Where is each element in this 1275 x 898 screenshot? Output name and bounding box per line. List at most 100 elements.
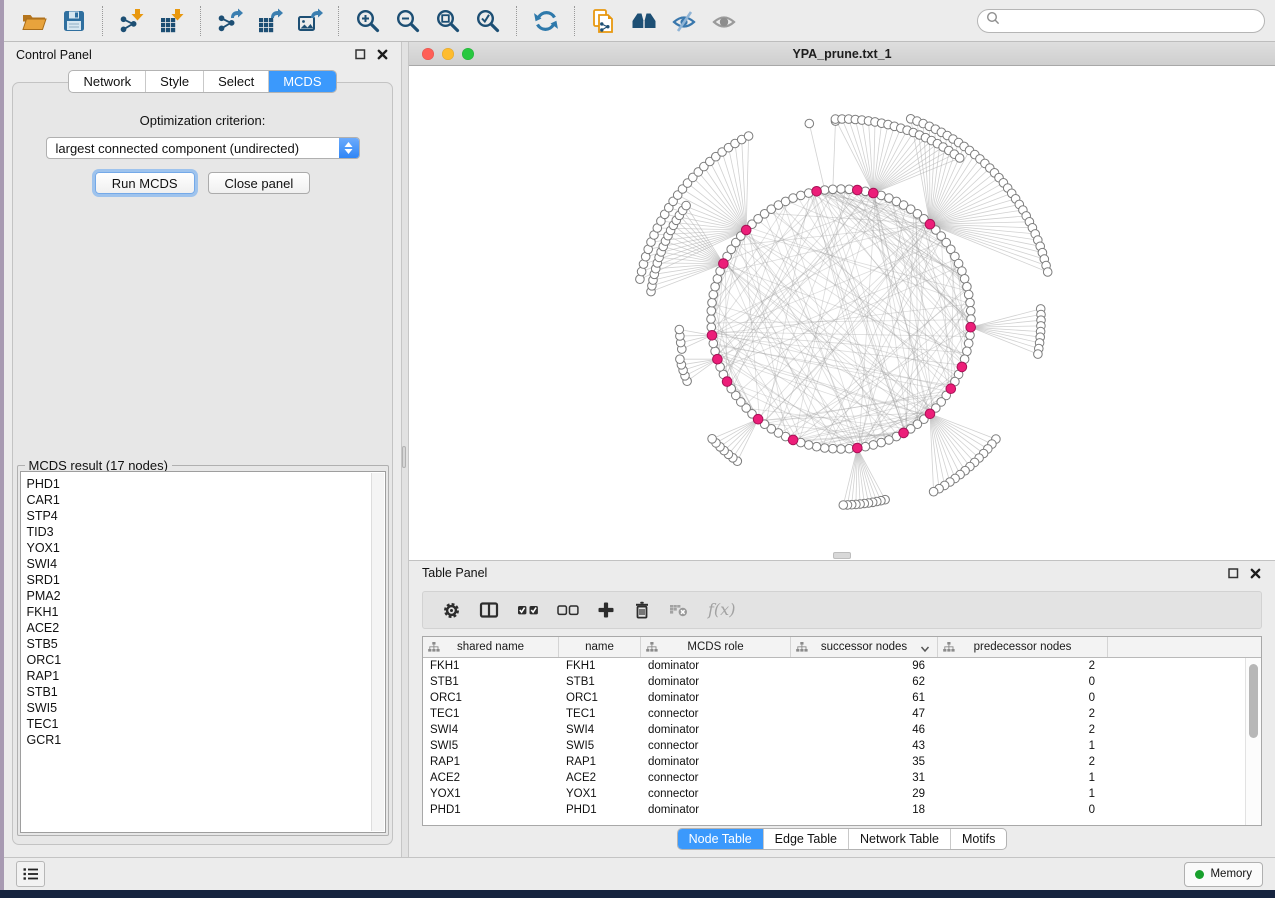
mcds-result-item: SWI4 [27,556,371,572]
table-row[interactable]: RAP1RAP1dominator352 [423,754,1261,770]
network-graph[interactable] [409,66,1269,560]
cell-shared-name: YOX1 [423,788,559,800]
run-mcds-button[interactable]: Run MCDS [95,172,195,194]
cell-shared-name: RAP1 [423,756,559,768]
tab-select[interactable]: Select [204,71,269,92]
table-row[interactable]: ACE2ACE2connector311 [423,770,1261,786]
table-row[interactable]: TEC1TEC1connector472 [423,706,1261,722]
cell-predecessor-nodes: 2 [938,708,1108,720]
memory-button[interactable]: Memory [1184,862,1263,887]
export-network-icon[interactable] [217,8,243,34]
traffic-light-minimize[interactable] [442,48,454,60]
refresh-view-icon[interactable] [533,8,559,34]
zoom-fit-icon[interactable] [435,8,461,34]
table-toolbar: f(x) [422,591,1262,629]
zoom-out-icon[interactable] [395,8,421,34]
close-table-panel-icon[interactable] [1249,567,1262,580]
zoom-in-icon[interactable] [355,8,381,34]
column-visibility-icon[interactable] [479,601,499,619]
column-header-mcds-role[interactable]: MCDS role [641,637,791,657]
optimization-criterion-select[interactable]: largest connected component (undirected) [46,137,360,159]
right-column: YPA_prune.txt_1 Table Panel [409,42,1275,857]
node-table: shared name name MCDS rolesuccessor nodesp… [422,636,1262,826]
hide-selected-icon[interactable] [671,8,697,34]
close-panel-button[interactable]: Close panel [208,172,311,194]
table-scrollbar-thumb[interactable] [1249,664,1258,738]
column-label: name [585,641,614,653]
tab-mcds[interactable]: MCDS [269,71,335,92]
search-neighbors-icon[interactable] [631,8,657,34]
cell-successor-nodes: 47 [791,708,938,720]
import-table-icon[interactable] [159,8,185,34]
cell-name: ORC1 [559,692,641,704]
optimization-criterion-value: largest connected component (undirected) [56,141,300,156]
mcds-result-item: ORC1 [27,652,371,668]
export-image-icon[interactable] [297,8,323,34]
tab-motifs[interactable]: Motifs [951,829,1006,849]
traffic-light-maximize[interactable] [462,48,474,60]
table-row[interactable]: STB1STB1dominator620 [423,674,1261,690]
table-row[interactable]: YOX1YOX1connector291 [423,786,1261,802]
delete-table-icon [669,601,689,619]
zoom-selected-icon[interactable] [475,8,501,34]
cell-successor-nodes: 61 [791,692,938,704]
table-row[interactable]: SWI5SWI5connector431 [423,738,1261,754]
column-header-successor-nodes[interactable]: successor nodes [791,637,938,657]
cell-name: ACE2 [559,772,641,784]
cell-successor-nodes: 35 [791,756,938,768]
clone-network-icon[interactable] [591,8,617,34]
select-all-columns-icon[interactable] [517,601,539,619]
cell-name: SWI5 [559,740,641,752]
tab-network-table[interactable]: Network Table [849,829,951,849]
cell-predecessor-nodes: 1 [938,772,1108,784]
table-row[interactable]: ORC1ORC1dominator610 [423,690,1261,706]
cell-mcds-role: dominator [641,676,791,688]
control-panel: Control Panel NetworkStyleSelectMCDS Opt… [4,42,401,857]
cell-successor-nodes: 46 [791,724,938,736]
open-session-icon[interactable] [21,8,47,34]
select-stepper-icon [339,138,359,158]
cell-predecessor-nodes: 0 [938,804,1108,816]
table-scrollbar[interactable] [1245,658,1261,825]
mcds-result-item: TEC1 [27,716,371,732]
import-network-icon[interactable] [119,8,145,34]
unselect-all-columns-icon[interactable] [557,601,579,619]
horizontal-splitter-grip[interactable] [833,552,851,559]
splitter-grip[interactable] [402,446,406,468]
column-mapping-icon [646,642,658,656]
cell-mcds-role: connector [641,708,791,720]
tab-style[interactable]: Style [146,71,204,92]
tab-node-table[interactable]: Node Table [678,829,764,849]
export-table-icon[interactable] [257,8,283,34]
show-all-icon[interactable] [711,8,737,34]
close-panel-icon[interactable] [376,48,389,61]
search-box[interactable] [977,9,1265,33]
tab-network[interactable]: Network [69,71,146,92]
mcds-tab-content: Optimization criterion: largest connecte… [12,82,393,845]
task-history-button[interactable] [16,861,45,887]
column-header-predecessor-nodes[interactable]: predecessor nodes [938,637,1108,657]
float-table-panel-icon[interactable] [1227,567,1240,580]
table-settings-gear-icon[interactable] [442,601,461,620]
mcds-result-list[interactable]: PHD1CAR1STP4TID3YOX1SWI4SRD1PMA2FKH1ACE2… [20,471,386,833]
float-panel-icon[interactable] [354,48,367,61]
delete-column-icon[interactable] [633,601,651,619]
table-row[interactable]: SWI4SWI4dominator462 [423,722,1261,738]
network-view-canvas[interactable] [409,66,1275,561]
result-list-scrollbar[interactable] [371,473,384,831]
svg-text:f(x): f(x) [707,600,735,619]
table-row[interactable]: FKH1FKH1dominator962 [423,658,1261,674]
table-row[interactable]: PHD1PHD1dominator180 [423,802,1261,818]
column-header-shared-name[interactable]: shared name [423,637,559,657]
cell-name: TEC1 [559,708,641,720]
cell-mcds-role: connector [641,772,791,784]
add-column-icon[interactable] [597,601,615,619]
save-session-icon[interactable] [61,8,87,34]
traffic-light-close[interactable] [422,48,434,60]
column-header-name[interactable]: name [559,637,641,657]
tab-edge-table[interactable]: Edge Table [764,829,849,849]
vertical-splitter[interactable] [401,42,409,857]
search-input[interactable] [1004,13,1264,29]
cell-name: RAP1 [559,756,641,768]
main-area: Control Panel NetworkStyleSelectMCDS Opt… [4,42,1275,857]
